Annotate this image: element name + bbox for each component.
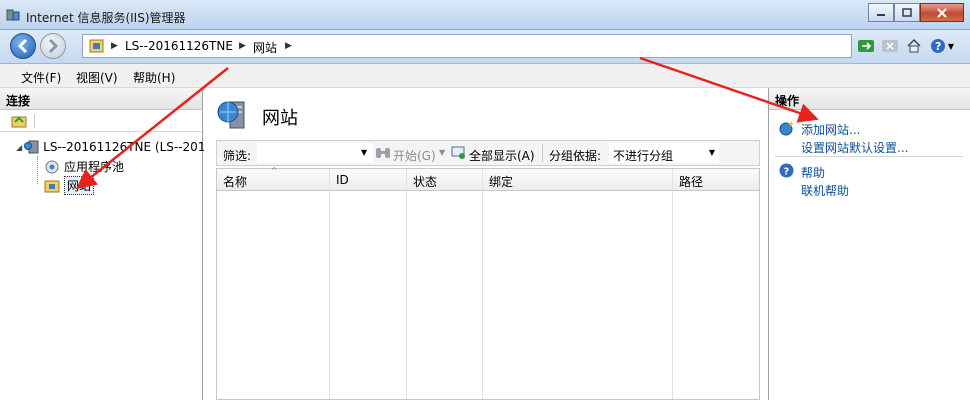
site-folder-icon [89, 39, 104, 53]
sites-page: 网站 筛选: ▼ 开始(G) ▼ 全部显示(A) 分组依据: 不进行分组 ▼ 名… [204, 88, 768, 400]
minimize-icon [877, 13, 885, 16]
navigation-bar: ▶ LS--20161126TNE ▶ 网站 ▶ ? ▼ [0, 30, 970, 64]
menu-file[interactable]: 文件(F) [21, 69, 61, 86]
sites-page-icon [217, 101, 245, 129]
tree-app-pools-label: 应用程序池 [64, 160, 125, 174]
chevron-down-icon: ▼ [708, 148, 715, 157]
chevron-down-icon: ▼ [947, 41, 955, 51]
breadcrumb-separator-icon: ▶ [239, 41, 246, 51]
app-pool-icon [45, 160, 59, 173]
actions-divider [775, 156, 963, 157]
stop-icon [882, 40, 898, 52]
iis-manager-icon [6, 9, 20, 21]
tree-node-sites[interactable]: 网站 [44, 176, 95, 195]
filter-divider [542, 144, 543, 162]
close-icon [937, 7, 947, 18]
breadcrumb-separator-icon: ▶ [285, 41, 292, 51]
stop-button[interactable] [880, 36, 900, 56]
arrow-right-icon [48, 38, 59, 54]
maximize-icon [902, 8, 912, 17]
breadcrumb-separator-icon: ▶ [111, 41, 118, 51]
page-title: 网站 [262, 108, 298, 129]
add-site-icon [779, 121, 794, 136]
column-binding[interactable]: 绑定 [483, 169, 673, 399]
address-bar[interactable]: ▶ LS--20161126TNE ▶ 网站 ▶ [82, 34, 852, 58]
column-header-binding: 绑定 [489, 175, 514, 189]
column-id[interactable]: ID [330, 169, 407, 399]
add-site-link[interactable]: 添加网站... [801, 121, 860, 138]
sites-folder-icon [44, 180, 60, 192]
breadcrumb-sites[interactable]: 网站 [253, 39, 277, 56]
connections-panel: 连接 ◢ LS--20161126TNE (LS--201 应用程序池 网站 [0, 88, 205, 400]
help-icon: ? [930, 39, 945, 53]
tree-server-label: LS--20161126TNE (LS--201 [43, 140, 206, 154]
column-header-name: 名称 [223, 175, 248, 189]
column-name[interactable]: 名称 ^ [217, 166, 330, 399]
filter-label: 筛选: [223, 149, 252, 163]
refresh-button[interactable] [856, 36, 876, 56]
menu-bar: 文件(F) 视图(V) 帮助(H) [0, 64, 970, 88]
home-icon [907, 38, 921, 53]
back-button[interactable] [10, 33, 36, 59]
connect-icon[interactable] [11, 113, 27, 129]
sites-table: 名称 ^ ID 状态 绑定 路径 [216, 166, 760, 400]
binoculars-icon [376, 148, 390, 158]
svg-text:?: ? [935, 40, 941, 53]
group-by-select[interactable]: 不进行分组 ▼ [609, 143, 719, 163]
column-header-path: 路径 [679, 175, 704, 189]
toolbar-divider [34, 114, 35, 128]
help-icon: ? [779, 163, 794, 178]
help-menu-button[interactable]: ? ▼ [928, 36, 956, 56]
forward-button[interactable] [40, 33, 66, 59]
column-path[interactable]: 路径 [673, 169, 759, 399]
close-button[interactable] [920, 3, 964, 22]
actions-header: 操作 [769, 88, 970, 110]
show-all-icon [451, 146, 465, 159]
tree-connector [37, 156, 38, 184]
arrow-left-icon [17, 38, 28, 54]
actions-panel: 操作 添加网站... 设置网站默认设置... ? 帮助 联机帮助 [768, 88, 970, 400]
connections-header: 连接 [0, 88, 202, 110]
server-icon [24, 140, 39, 154]
tree-sites-label: 网站 [64, 176, 95, 195]
svg-text:?: ? [784, 167, 790, 178]
sort-ascending-icon: ^ [271, 166, 278, 175]
filter-bar: 筛选: ▼ 开始(G) ▼ 全部显示(A) 分组依据: 不进行分组 ▼ [216, 140, 760, 166]
set-site-defaults-link[interactable]: 设置网站默认设置... [801, 139, 908, 156]
group-by-value: 不进行分组 [613, 149, 674, 163]
window-controls [868, 3, 964, 23]
navigation-tools: ? ▼ [856, 36, 956, 56]
connections-toolbar [0, 110, 202, 132]
maximize-button[interactable] [894, 3, 920, 22]
minimize-button[interactable] [868, 3, 894, 22]
filter-input[interactable] [257, 143, 373, 163]
title-bar: Internet 信息服务(IIS)管理器 [0, 0, 970, 30]
filter-dropdown-arrow-icon[interactable]: ▼ [361, 148, 367, 157]
menu-view[interactable]: 视图(V) [76, 69, 118, 86]
tree-node-server[interactable]: ◢ LS--20161126TNE (LS--201 [16, 140, 205, 154]
expand-arrow-icon: ◢ [16, 142, 23, 152]
column-status[interactable]: 状态 [407, 169, 483, 399]
refresh-icon [858, 40, 874, 52]
start-filter-button[interactable]: 开始(G) [393, 147, 436, 164]
home-button[interactable] [904, 36, 924, 56]
breadcrumb-server[interactable]: LS--20161126TNE [125, 39, 233, 53]
column-header-status: 状态 [413, 175, 438, 189]
start-dropdown-arrow-icon[interactable]: ▼ [439, 148, 445, 157]
online-help-link[interactable]: 联机帮助 [801, 182, 849, 199]
group-by-label: 分组依据: [549, 149, 602, 163]
tree-node-app-pools[interactable]: 应用程序池 [44, 158, 124, 175]
menu-help[interactable]: 帮助(H) [133, 69, 175, 86]
column-header-id: ID [336, 173, 349, 187]
show-all-button[interactable]: 全部显示(A) [469, 147, 535, 164]
window-title: Internet 信息服务(IIS)管理器 [26, 11, 186, 25]
help-link[interactable]: 帮助 [801, 164, 825, 181]
